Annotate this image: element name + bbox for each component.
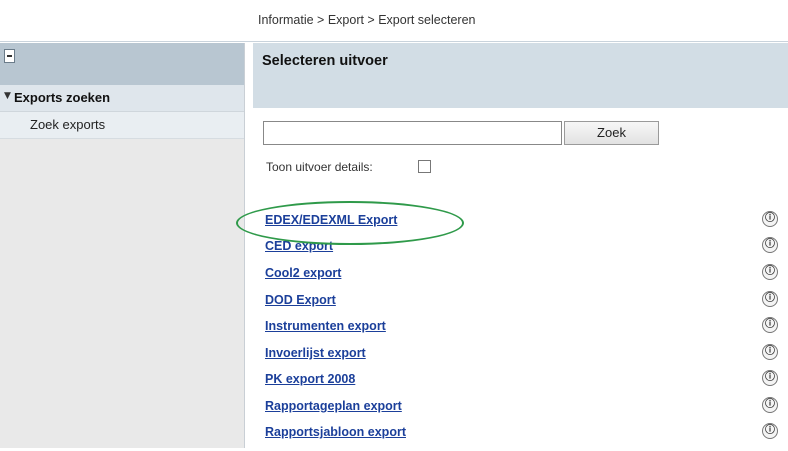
list-item: Rapportageplan export ⓘ [253, 397, 788, 425]
app-window: Informatie > Export > Export selecteren … [0, 0, 788, 448]
export-link-rapportageplan[interactable]: Rapportageplan export [265, 399, 402, 413]
info-icon[interactable]: ⓘ [762, 291, 778, 307]
export-link-rapportsjabloon[interactable]: Rapportsjabloon export [265, 425, 406, 439]
list-item: Rapportsjabloon export ⓘ [253, 423, 788, 451]
export-link-instrumenten[interactable]: Instrumenten export [265, 319, 386, 333]
export-link-dod[interactable]: DOD Export [265, 293, 336, 307]
search-input[interactable] [263, 121, 562, 145]
breadcrumb: Informatie > Export > Export selecteren [258, 13, 476, 27]
export-link-ced[interactable]: CED export [265, 239, 333, 253]
sidebar-section-exports-zoeken[interactable]: ▼ Exports zoeken [0, 85, 244, 112]
sidebar: ▼ Exports zoeken Zoek exports [0, 43, 245, 448]
list-item: PK export 2008 ⓘ [253, 370, 788, 398]
list-item: EDEX/EDEXML Export ⓘ [253, 211, 788, 239]
list-item: Cool2 export ⓘ [253, 264, 788, 292]
info-icon[interactable]: ⓘ [762, 317, 778, 333]
info-icon[interactable]: ⓘ [762, 237, 778, 253]
details-label: Toon uitvoer details: [266, 160, 373, 174]
info-icon[interactable]: ⓘ [762, 370, 778, 386]
minus-box-icon[interactable] [4, 49, 15, 63]
info-icon[interactable]: ⓘ [762, 264, 778, 280]
export-link-cool2[interactable]: Cool2 export [265, 266, 341, 280]
info-icon[interactable]: ⓘ [762, 211, 778, 227]
breadcrumb-bar: Informatie > Export > Export selecteren [0, 0, 788, 42]
sidebar-section-label: Exports zoeken [14, 90, 111, 105]
main-content: Zoek Toon uitvoer details: EDEX/EDEXML E… [253, 108, 788, 448]
info-icon[interactable]: ⓘ [762, 423, 778, 439]
page-title: Selecteren uitvoer [262, 53, 388, 69]
list-item: Instrumenten export ⓘ [253, 317, 788, 345]
search-button[interactable]: Zoek [564, 121, 659, 145]
details-checkbox[interactable] [418, 160, 431, 173]
triangle-down-icon: ▼ [4, 91, 11, 101]
breadcrumb-divider [0, 41, 788, 42]
export-link-edex[interactable]: EDEX/EDEXML Export [265, 213, 397, 227]
info-icon[interactable]: ⓘ [762, 344, 778, 360]
export-link-invoerlijst[interactable]: Invoerlijst export [265, 346, 366, 360]
sidebar-header [0, 43, 244, 85]
sidebar-item-label: Zoek exports [30, 117, 106, 132]
export-link-pk-2008[interactable]: PK export 2008 [265, 372, 355, 386]
info-icon[interactable]: ⓘ [762, 397, 778, 413]
main-header: Selecteren uitvoer [253, 43, 788, 108]
list-item: Invoerlijst export ⓘ [253, 344, 788, 372]
sidebar-item-zoek-exports[interactable]: Zoek exports [0, 112, 244, 139]
list-item: CED export ⓘ [253, 237, 788, 265]
list-item: DOD Export ⓘ [253, 291, 788, 319]
